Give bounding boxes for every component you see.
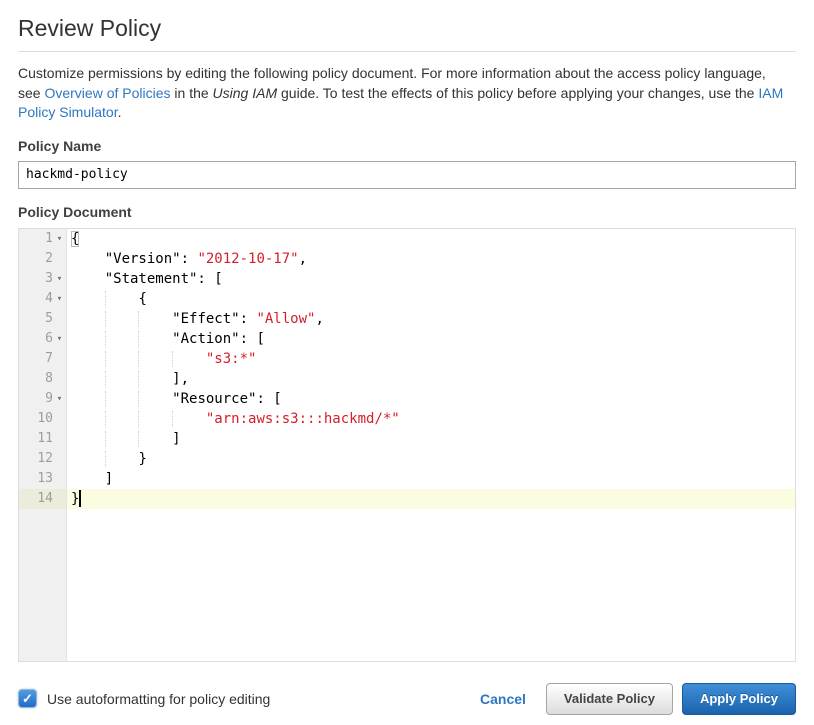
policy-name-input[interactable]	[18, 161, 796, 189]
policy-document-label: Policy Document	[18, 204, 796, 221]
code-line[interactable]: "Statement": [	[71, 269, 795, 289]
gutter-line-number: 11	[19, 429, 66, 449]
code-line[interactable]: "Resource": [	[71, 389, 795, 409]
policy-document-editor[interactable]: 1▾23▾4▾56▾789▾1011121314 { "Version": "2…	[18, 228, 796, 662]
gutter-line-number: 9▾	[19, 389, 66, 409]
policy-name-label: Policy Name	[18, 138, 796, 155]
editor-code[interactable]: { "Version": "2012-10-17", "Statement": …	[67, 229, 795, 661]
autoformat-checkbox[interactable]: ✓	[18, 689, 37, 708]
gutter-line-number: 14	[19, 489, 66, 509]
gutter-line-number: 2	[19, 249, 66, 269]
gutter-line-number: 3▾	[19, 269, 66, 289]
footer-bar: ✓ Use autoformatting for policy editing …	[18, 683, 796, 715]
text-cursor	[79, 490, 81, 507]
gutter-line-number: 8	[19, 369, 66, 389]
code-line[interactable]: }	[71, 449, 795, 469]
code-line[interactable]: ],	[71, 369, 795, 389]
guide-name: Using IAM	[213, 85, 278, 101]
gutter-line-number: 7	[19, 349, 66, 369]
review-policy-page: Review Policy Customize permissions by e…	[0, 0, 814, 725]
overview-of-policies-link[interactable]: Overview of Policies	[44, 85, 170, 101]
fold-arrow-icon[interactable]: ▾	[53, 329, 66, 349]
autoformat-option[interactable]: ✓ Use autoformatting for policy editing	[18, 689, 270, 708]
gutter-line-number: 12	[19, 449, 66, 469]
code-line[interactable]: "Effect": "Allow",	[71, 309, 795, 329]
fold-arrow-icon[interactable]: ▾	[53, 289, 66, 309]
description-text-4: .	[118, 104, 122, 120]
editor-gutter: 1▾23▾4▾56▾789▾1011121314	[19, 229, 67, 661]
description-text-3: guide. To test the effects of this polic…	[277, 85, 758, 101]
gutter-line-number: 1▾	[19, 229, 66, 249]
action-buttons: Cancel Validate Policy Apply Policy	[480, 683, 796, 715]
fold-arrow-icon[interactable]: ▾	[53, 389, 66, 409]
code-line[interactable]: ]	[71, 429, 795, 449]
fold-arrow-icon[interactable]: ▾	[53, 269, 66, 289]
autoformat-label: Use autoformatting for policy editing	[47, 691, 270, 707]
code-line[interactable]: "Action": [	[71, 329, 795, 349]
gutter-line-number: 6▾	[19, 329, 66, 349]
code-line[interactable]: "Version": "2012-10-17",	[71, 249, 795, 269]
gutter-line-number: 5	[19, 309, 66, 329]
validate-policy-button[interactable]: Validate Policy	[546, 683, 673, 715]
gutter-line-number: 13	[19, 469, 66, 489]
page-title: Review Policy	[18, 14, 796, 42]
description-text-2: in the	[171, 85, 213, 101]
gutter-line-number: 10	[19, 409, 66, 429]
fold-arrow-icon[interactable]: ▾	[53, 229, 66, 249]
cancel-link[interactable]: Cancel	[480, 691, 526, 707]
code-line[interactable]: "arn:aws:s3:::hackmd/*"	[71, 409, 795, 429]
page-header: Review Policy	[18, 14, 796, 52]
description-paragraph: Customize permissions by editing the fol…	[18, 64, 788, 123]
code-line[interactable]: ]	[71, 469, 795, 489]
code-line[interactable]: }	[67, 489, 795, 509]
code-line[interactable]: "s3:*"	[71, 349, 795, 369]
code-line[interactable]: {	[71, 229, 795, 249]
code-line[interactable]: {	[71, 289, 795, 309]
gutter-line-number: 4▾	[19, 289, 66, 309]
apply-policy-button[interactable]: Apply Policy	[682, 683, 796, 715]
